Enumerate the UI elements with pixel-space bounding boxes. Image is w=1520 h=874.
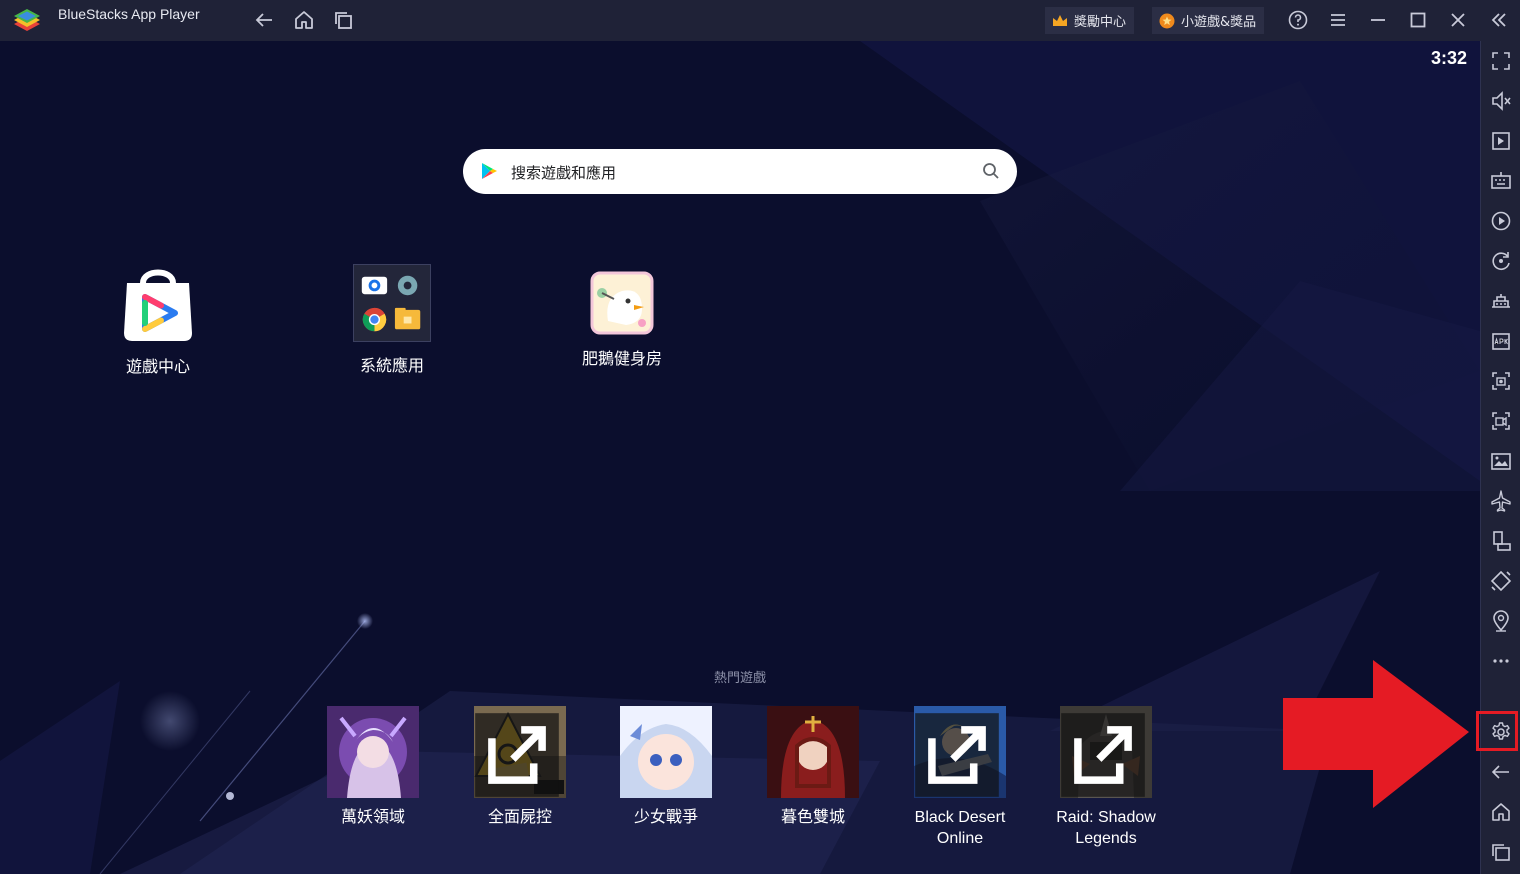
game-label-line2: Online	[936, 830, 984, 847]
hot-games-title: 熱門遊戲	[713, 671, 766, 686]
game-label: 全面屍控	[487, 809, 552, 826]
game-thumbnail	[914, 706, 1006, 798]
menu-icon[interactable]	[1327, 9, 1349, 31]
android-home-icon[interactable]	[1488, 799, 1514, 825]
clock: 3:32	[1430, 48, 1467, 68]
more-icon[interactable]	[1488, 648, 1514, 674]
close-icon[interactable]	[1447, 9, 1469, 31]
game-thumbnail	[620, 706, 712, 798]
android-home-screen: 3:32 搜索遊戲和應用 遊戲中心 系統應用 肥鵝健身房 熱門遊戲 萬妖領域 全…	[0, 41, 1480, 874]
goose-gym-icon	[590, 271, 654, 335]
search-bar[interactable]: 搜索遊戲和應用	[463, 149, 1017, 194]
window-title: BlueStacks App Player	[58, 6, 200, 22]
shake-icon[interactable]	[1488, 568, 1514, 594]
game-item[interactable]: Raid: Shadow Legends	[1036, 706, 1176, 849]
back-icon[interactable]	[1488, 759, 1514, 785]
minimize-icon[interactable]	[1367, 9, 1389, 31]
record-icon[interactable]	[1488, 408, 1514, 434]
title-bar: BlueStacks App Player 獎勵中心 小遊戲&獎品	[0, 0, 1520, 41]
game-item[interactable]: 暮色雙城	[743, 706, 883, 828]
rewards-center-label: 獎勵中心	[1074, 15, 1127, 30]
app-label: 肥鵝健身房	[581, 349, 662, 368]
game-label: Raid: Shadow	[1056, 809, 1156, 826]
game-thumbnail	[474, 706, 566, 798]
screenshot-icon[interactable]	[1488, 368, 1514, 394]
external-link-icon	[1061, 713, 1145, 797]
rewards-center-button[interactable]: 獎勵中心	[1045, 7, 1135, 34]
home-icon[interactable]	[293, 9, 315, 31]
fullscreen-icon[interactable]	[1488, 48, 1514, 74]
media-manager-icon[interactable]	[1488, 128, 1514, 154]
macro-play-icon[interactable]	[1488, 208, 1514, 234]
volume-icon[interactable]	[1488, 88, 1514, 114]
search-icon[interactable]	[981, 161, 1001, 181]
game-thumbnail	[1060, 706, 1152, 798]
rotate-icon[interactable]	[1488, 528, 1514, 554]
game-item[interactable]: 少女戰爭	[596, 706, 736, 828]
media-folder-icon[interactable]	[1488, 448, 1514, 474]
sync-icon[interactable]	[1488, 248, 1514, 274]
game-center-icon	[119, 261, 197, 343]
airplane-icon[interactable]	[1488, 488, 1514, 514]
game-label: 萬妖領域	[340, 809, 405, 826]
instance-icon[interactable]	[1488, 288, 1514, 314]
minigames-label: 小遊戲&獎品	[1181, 15, 1257, 30]
external-link-icon	[475, 713, 559, 797]
google-play-icon	[482, 163, 497, 179]
search-placeholder: 搜索遊戲和應用	[511, 164, 617, 182]
maximize-icon[interactable]	[1407, 9, 1429, 31]
game-item[interactable]: 全面屍控	[450, 706, 590, 828]
app-system-apps[interactable]: 系統應用	[312, 264, 472, 376]
game-label: 少女戰爭	[633, 809, 698, 826]
apk-install-icon[interactable]	[1488, 328, 1514, 354]
external-link-icon	[915, 713, 999, 797]
minigames-button[interactable]: 小遊戲&獎品	[1152, 7, 1265, 34]
collapse-sidebar-icon[interactable]	[1488, 9, 1510, 31]
android-recent-apps-icon[interactable]	[1488, 839, 1514, 865]
game-label: Black Desert	[914, 809, 1006, 826]
system-apps-folder-icon	[353, 264, 431, 342]
game-thumbnail	[327, 706, 419, 798]
app-game-center[interactable]: 遊戲中心	[78, 261, 238, 377]
app-goose-gym[interactable]: 肥鵝健身房	[542, 271, 702, 369]
app-label: 遊戲中心	[125, 357, 190, 376]
location-icon[interactable]	[1488, 608, 1514, 634]
star-coin-icon	[1159, 13, 1175, 28]
app-label: 系統應用	[359, 356, 424, 375]
back-arrow-icon[interactable]	[253, 9, 275, 31]
bluestacks-logo-icon	[12, 7, 42, 35]
red-arrow-annotation	[1283, 660, 1469, 808]
settings-highlight-box	[1476, 711, 1518, 751]
help-icon[interactable]	[1287, 9, 1309, 31]
game-item[interactable]: 萬妖領域	[303, 706, 443, 828]
game-item[interactable]: Black Desert Online	[890, 706, 1030, 849]
game-thumbnail	[767, 706, 859, 798]
recent-apps-icon[interactable]	[333, 9, 355, 31]
crown-icon	[1053, 14, 1067, 26]
keyboard-icon[interactable]	[1488, 168, 1514, 194]
game-label: 暮色雙城	[780, 809, 845, 826]
bluestacks-window: BlueStacks App Player 獎勵中心 小遊戲&獎品 3:32 搜…	[0, 0, 1520, 874]
game-label-line2: Legends	[1075, 830, 1137, 847]
